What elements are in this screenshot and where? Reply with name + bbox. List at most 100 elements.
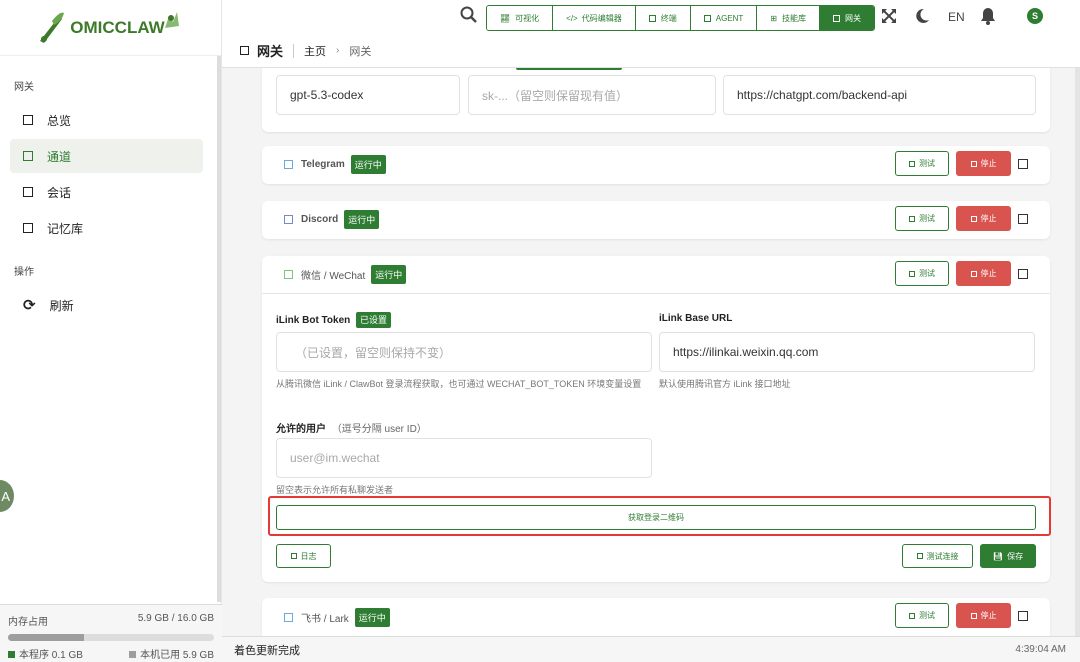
channel-discord: Discord 运行中 测试 停止 [262, 201, 1050, 239]
memory-system-label: 本机已用 5.9 GB [140, 650, 214, 661]
main-scrollbar[interactable] [1075, 68, 1080, 636]
memory-title: 内存占用 [8, 617, 48, 628]
get-qr-button[interactable]: 获取登录二维码 [276, 505, 1036, 530]
api-key-field[interactable]: sk-...（留空则保留现有值） [468, 75, 716, 115]
tab-label: 网关 [845, 13, 861, 23]
log-icon [290, 553, 297, 559]
memory-system-legend: 本机已用 5.9 GB [129, 646, 214, 661]
test-icon [909, 612, 915, 619]
chevron-right-icon: › [336, 45, 340, 56]
sidebar-item-label: 记忆库 [47, 221, 84, 236]
test-label: 测试 [919, 214, 935, 223]
floating-avatar-label: A [1, 488, 10, 504]
test-icon [909, 160, 915, 167]
app-dot-icon [8, 651, 15, 658]
tab-agent[interactable]: AGENT [690, 6, 758, 30]
sidebar-item-memory[interactable]: 记忆库 [10, 211, 203, 245]
refresh-icon: ⟳ [23, 297, 36, 314]
tab-visualization[interactable]: 📈︎ 可视化 [487, 6, 554, 30]
allowed-help: 留空表示允许所有私聊发送者 [276, 485, 394, 495]
stop-label: 停止 [980, 269, 997, 278]
tab-label: 终端 [660, 13, 677, 23]
logo-icon [40, 12, 65, 43]
language-toggle[interactable]: EN [948, 10, 965, 24]
search-icon[interactable] [460, 6, 478, 29]
channel-name: Discord [301, 213, 339, 225]
save-label: 保存 [1007, 551, 1024, 561]
fullscreen-icon[interactable] [881, 8, 897, 27]
refresh-button[interactable]: ⟳ 刷新 [10, 288, 203, 322]
base-url-field[interactable]: https://chatgpt.com/backend-api [723, 75, 1036, 115]
channels-icon [23, 151, 33, 161]
base-url-input[interactable]: https://ilinkai.weixin.qq.com [659, 332, 1035, 372]
terminal-icon [648, 14, 656, 22]
stop-button[interactable]: 停止 [956, 261, 1011, 286]
log-button[interactable]: 日志 [276, 544, 331, 568]
logo[interactable]: OMICCLAW [0, 0, 221, 56]
channel-name: 飞书 / Lark [301, 613, 349, 625]
section-gateway-title: 网关 [14, 82, 34, 93]
channel-name: 微信 / WeChat [301, 271, 366, 282]
test-button[interactable]: 测试 [895, 151, 949, 176]
sidebar-item-sessions[interactable]: 会话 [10, 175, 203, 209]
bell-icon[interactable] [980, 7, 996, 28]
tab-label: AGENT [715, 13, 744, 23]
status-bar: 着色更新完成 4:39:04 AM [222, 636, 1080, 662]
top-tabs: 📈︎ 可视化 </> 代码编辑器 终端 AGENT ⊞ 技能库 网关 [486, 5, 875, 31]
model-field[interactable]: gpt-5.3-codex [276, 75, 460, 115]
page-title: 网关 [257, 44, 284, 59]
theme-moon-icon[interactable] [914, 8, 930, 27]
stop-button[interactable]: 停止 [956, 206, 1011, 231]
stop-label: 停止 [980, 611, 997, 620]
test-button[interactable]: 测试 [895, 603, 949, 628]
test-connection-button[interactable]: 测试连接 [902, 544, 973, 568]
base-url-help: 默认使用腾讯官方 iLink 接口地址 [659, 379, 791, 389]
topbar: 📈︎ 可视化 </> 代码编辑器 终端 AGENT ⊞ 技能库 网关 EN S [222, 0, 1080, 34]
breadcrumb-home[interactable]: 主页 [304, 43, 326, 59]
system-dot-icon [129, 651, 137, 658]
channel-checkbox[interactable] [1018, 159, 1028, 169]
avatar-initial: S [1031, 11, 1038, 21]
tab-skills[interactable]: ⊞ 技能库 [757, 6, 820, 30]
leaf-icon [164, 11, 179, 28]
stop-button[interactable]: 停止 [956, 151, 1011, 176]
openai-config-card: gpt-5.3-codex sk-...（留空则保留现有值） https://c… [262, 68, 1050, 132]
test-label: 测试 [919, 611, 935, 620]
save-button[interactable]: 💾︎ 保存 [980, 544, 1036, 568]
avatar[interactable]: S [1027, 8, 1043, 24]
channel-name: Telegram [301, 158, 345, 170]
tab-code-editor[interactable]: </> 代码编辑器 [553, 6, 636, 30]
memory-bar-fill [8, 634, 85, 641]
test-connection-icon [916, 553, 923, 559]
test-button[interactable]: 测试 [895, 261, 949, 286]
sidebar-item-channels[interactable]: 通道 [10, 139, 203, 173]
test-button[interactable]: 测试 [895, 206, 949, 231]
telegram-icon [284, 159, 293, 169]
token-input[interactable]: （已设置，留空则保持不变） [276, 332, 652, 372]
tab-gateway[interactable]: 网关 [820, 6, 874, 30]
breadcrumb-current: 网关 [349, 45, 372, 58]
stop-label: 停止 [980, 214, 997, 223]
tab-terminal[interactable]: 终端 [635, 6, 691, 30]
sessions-icon [23, 187, 33, 197]
channel-wechat: 微信 / WeChat 运行中 测试 停止 iLink Bot Token 已设… [262, 256, 1051, 582]
sidebar: OMICCLAW 网关 总览 通道 会话 记忆库 操作 ⟳ 刷新 内存占用 5.… [0, 0, 222, 662]
sidebar-scrollbar[interactable] [217, 56, 221, 602]
stop-button[interactable]: 停止 [956, 603, 1011, 628]
channel-checkbox[interactable] [1018, 611, 1028, 621]
memory-usage-panel: 内存占用 5.9 GB / 16.0 GB 本程序 0.1 GB 本机已用 5.… [0, 604, 222, 662]
memory-bar [8, 634, 214, 641]
status-badge: 运行中 [354, 607, 390, 627]
allowed-users-input[interactable]: user@im.wechat [276, 438, 652, 478]
token-label: iLink Bot Token 已设置 [276, 312, 392, 328]
page-icon [240, 46, 249, 55]
tab-label: 可视化 [515, 13, 540, 23]
memory-app-label: 本程序 0.1 GB [19, 650, 83, 661]
tab-label: 代码编辑器 [581, 13, 622, 23]
channel-checkbox[interactable] [1018, 214, 1028, 224]
channel-checkbox[interactable] [1018, 269, 1028, 279]
wechat-icon [284, 270, 293, 279]
sidebar-item-overview[interactable]: 总览 [10, 103, 203, 137]
sidebar-item-label: 会话 [47, 185, 72, 200]
test-connection-label: 测试连接 [926, 551, 959, 561]
